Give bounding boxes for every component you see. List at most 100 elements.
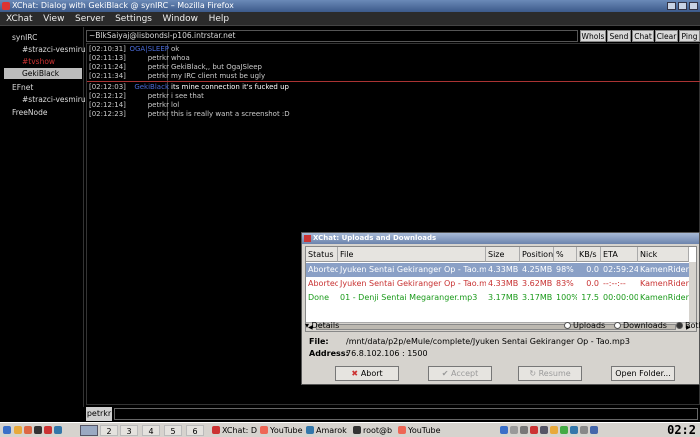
close-button[interactable] [689,2,698,10]
cell-position: 3.62MB [522,279,553,288]
menu-server[interactable]: Server [75,12,105,26]
kmenu-icon[interactable] [3,424,13,437]
task-terminal[interactable]: root@b [353,424,399,437]
quicklaunch-icons [14,424,64,437]
firefox-icon[interactable] [24,426,32,434]
col-eta[interactable]: ETA [601,247,638,262]
clear-button[interactable]: Clear [655,30,678,42]
radio-uploads[interactable]: Uploads [564,321,605,330]
tree-item-strazci-vesmiru-efnet[interactable]: #strazci-vesmiru [22,94,86,105]
timestamp: [02:11:34] [89,72,126,80]
task-xchat[interactable]: XChat: D [212,424,260,437]
task-label: root@b [363,426,393,435]
desktop-5[interactable]: 5 [164,425,182,436]
menu-help[interactable]: Help [209,12,230,26]
update-icon[interactable] [530,426,538,434]
chat-line: [02:12:23] petrkr this is really want a sc… [87,110,700,119]
maximize-button[interactable] [678,2,687,10]
col-position[interactable]: Position [520,247,554,262]
col-kbs[interactable]: KB/s [577,247,601,262]
desktop-6[interactable]: 6 [186,425,204,436]
accept-button[interactable]: ✔ Accept [428,366,492,381]
message: lol [171,101,180,109]
resume-button[interactable]: ↻ Resume [518,366,582,381]
weather-icon[interactable] [590,426,598,434]
timestamp: [02:11:13] [89,54,126,62]
menu-xchat[interactable]: XChat [6,12,33,26]
xchat-task-icon [212,426,220,434]
clipboard-icon[interactable] [510,426,518,434]
col-percent[interactable]: % [554,247,577,262]
message: i see that [171,92,204,100]
power-icon[interactable] [550,426,558,434]
desktop-3[interactable]: 3 [120,425,138,436]
app-icon [2,2,10,10]
open-folder-button[interactable]: Open Folder... [611,366,675,381]
vertical-scrollbar[interactable] [689,262,696,322]
radio-circle-icon [564,322,571,329]
radio-circle-icon [676,322,683,329]
desktop-2[interactable]: 2 [100,425,118,436]
whois-button[interactable]: WhoIs [580,30,606,42]
nick-button[interactable]: petrkr [86,407,112,421]
messenger-icon[interactable] [560,426,568,434]
task-youtube[interactable]: YouTube [260,424,304,437]
col-nick[interactable]: Nick [638,247,689,262]
media-icon[interactable] [570,426,578,434]
table-row[interactable]: Done 01 - Denji Sentai Megaranger.mp3 3.… [306,291,696,305]
clock[interactable]: 02:2 [667,423,696,437]
chat-icon[interactable] [44,426,52,434]
dialog-titlebar[interactable]: XChat: Uploads and Downloads [302,233,699,244]
music-icon[interactable] [54,426,62,434]
chat-line: [02:12:14] petrkr lol [87,101,700,110]
accept-icon: ✔ [441,369,451,378]
keyboard-icon[interactable] [540,426,548,434]
cell-percent: 98% [556,265,574,274]
tree-item-tvshow[interactable]: #tvshow [22,56,55,67]
tree-item-strazci-vesmiru[interactable]: #strazci-vesmiru [22,44,86,55]
terminal-task-icon [353,426,361,434]
desktop-4[interactable]: 4 [142,425,160,436]
menu-settings[interactable]: Settings [115,12,152,26]
address-label: Address: [309,349,349,358]
tree-item-efnet[interactable]: EFnet [12,82,33,93]
cell-nick: KamenRiderO [640,293,689,302]
message-input[interactable] [114,408,698,420]
nick: petrkr [147,101,169,109]
terminal-icon[interactable] [34,426,42,434]
menu-window[interactable]: Window [163,12,199,26]
task-youtube-2[interactable]: YouTube [398,424,444,437]
radio-both[interactable]: Both [676,321,700,330]
col-size[interactable]: Size [486,247,520,262]
table-row[interactable]: Aborted Jyuken Sentai Gekiranger Op - Ta… [306,277,696,291]
tree-item-freenode[interactable]: FreeNode [12,107,48,118]
col-status[interactable]: Status [306,247,338,262]
network-icon[interactable] [500,426,508,434]
chat-button[interactable]: Chat [632,30,654,42]
devices-icon[interactable] [580,426,588,434]
tree-item-synirc[interactable]: synIRC [12,32,37,43]
cell-status: Aborted [308,279,338,288]
transfers-table: Status File Size Position % KB/s ETA Nic… [305,246,697,332]
message: GekiBlack,, but OgaJSleep [171,63,262,71]
radio-downloads[interactable]: Downloads [614,321,667,330]
minimize-button[interactable] [667,2,676,10]
table-row[interactable]: Aborted Jyuken Sentai Gekiranger Op - Ta… [306,263,696,277]
details-toggle[interactable]: ▾ Details [305,321,339,330]
tree-item-gekiblack[interactable]: GekiBlack [4,68,82,79]
input-bar: petrkr [86,407,700,421]
col-file[interactable]: File [338,247,486,262]
chat-line: [02:11:24] petrkr GekiBlack,, but OgaJSlee… [87,63,700,72]
send-button[interactable]: Send [607,30,631,42]
volume-icon[interactable] [520,426,528,434]
window-titlebar[interactable]: XChat: Dialog with GekiBlack @ synIRC – … [0,0,700,12]
topic-field[interactable]: ~BlkSaiyaj@lisbondsl-p106.intrstar.net [86,30,578,42]
desktop-1[interactable] [80,425,98,436]
task-amarok[interactable]: Amarok [306,424,354,437]
cell-percent: 100% [556,293,577,302]
timestamp: [02:12:14] [89,101,126,109]
folder-icon[interactable] [14,426,22,434]
ping-button[interactable]: Ping [679,30,700,42]
abort-button[interactable]: ✖ Abort [335,366,399,381]
menu-view[interactable]: View [43,12,64,26]
